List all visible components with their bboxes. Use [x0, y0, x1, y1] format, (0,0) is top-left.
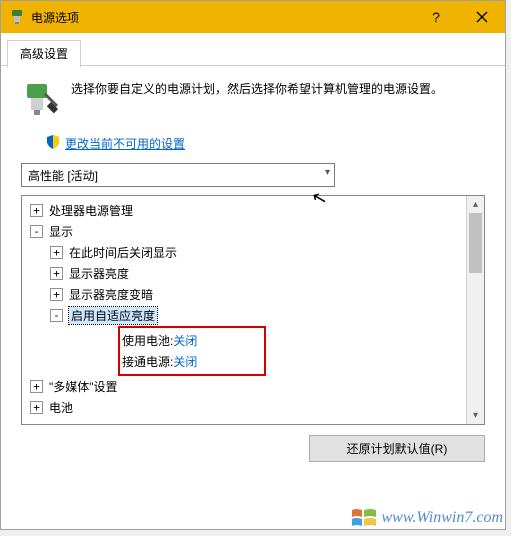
- tree-node-multimedia[interactable]: + "多媒体"设置: [22, 376, 484, 397]
- scroll-thumb[interactable]: [469, 213, 482, 273]
- intro-row: 选择你要自定义的电源计划，然后选择你希望计算机管理的电源设置。: [21, 80, 485, 120]
- power-plan-icon: [21, 80, 61, 120]
- tree-node-dimmed-brightness[interactable]: + 显示器亮度变暗: [22, 284, 484, 305]
- restore-defaults-button[interactable]: 还原计划默认值(R): [309, 435, 485, 462]
- plan-select[interactable]: 高性能 [活动] ▾: [21, 163, 335, 187]
- tab-advanced[interactable]: 高级设置: [7, 40, 81, 68]
- tree-node-battery[interactable]: + 电池: [22, 397, 484, 418]
- expand-icon[interactable]: +: [50, 267, 63, 280]
- close-icon: [476, 11, 488, 23]
- power-options-window: 电源选项 ? 高级设置 选择你要自定义的电源计划，然后选择你希望计算机管理的电源…: [0, 0, 506, 530]
- titlebar: 电源选项 ?: [1, 1, 505, 33]
- expand-icon[interactable]: +: [30, 380, 43, 393]
- collapse-icon[interactable]: -: [50, 309, 63, 322]
- help-button[interactable]: ?: [413, 1, 459, 33]
- tab-strip: 高级设置: [1, 33, 505, 66]
- collapse-icon[interactable]: -: [30, 225, 43, 238]
- shield-icon: [45, 134, 61, 153]
- intro-text: 选择你要自定义的电源计划，然后选择你希望计算机管理的电源设置。: [71, 80, 443, 99]
- button-row: 还原计划默认值(R): [21, 435, 485, 462]
- tree-node-on-battery[interactable]: 使用电池: 关闭: [122, 330, 262, 351]
- change-unavailable-link[interactable]: 更改当前不可用的设置: [65, 135, 185, 152]
- close-button[interactable]: [459, 1, 505, 33]
- tree-node-processor[interactable]: + 处理器电源管理: [22, 200, 484, 221]
- app-icon: [9, 9, 25, 25]
- tree-node-brightness[interactable]: + 显示器亮度: [22, 263, 484, 284]
- expand-icon[interactable]: +: [30, 204, 43, 217]
- expand-icon[interactable]: +: [50, 288, 63, 301]
- window-title: 电源选项: [31, 9, 413, 26]
- plan-selected-text: 高性能 [活动]: [28, 167, 98, 184]
- scrollbar[interactable]: ▴ ▾: [466, 196, 484, 424]
- highlight-box: 使用电池: 关闭 接通电源: 关闭: [118, 326, 266, 376]
- tree-node-adaptive-brightness[interactable]: - 启用自适应亮度: [22, 305, 484, 326]
- settings-tree: + 处理器电源管理 - 显示 + 在此时间后关闭显示 + 显示器亮度 +: [21, 195, 485, 425]
- admin-link-row: 更改当前不可用的设置: [45, 134, 485, 153]
- tree-node-display[interactable]: - 显示: [22, 221, 484, 242]
- tab-content: 选择你要自定义的电源计划，然后选择你希望计算机管理的电源设置。 更改当前不可用的…: [1, 66, 505, 472]
- chevron-down-icon: ▾: [325, 167, 330, 178]
- scroll-down-icon[interactable]: ▾: [467, 407, 484, 424]
- tree-node-plugged-in[interactable]: 接通电源: 关闭: [122, 351, 262, 372]
- selected-node-label: 启用自适应亮度: [69, 307, 157, 324]
- expand-icon[interactable]: +: [30, 401, 43, 414]
- expand-icon[interactable]: +: [50, 246, 63, 259]
- scroll-up-icon[interactable]: ▴: [467, 196, 484, 213]
- tree-node-turn-off-display[interactable]: + 在此时间后关闭显示: [22, 242, 484, 263]
